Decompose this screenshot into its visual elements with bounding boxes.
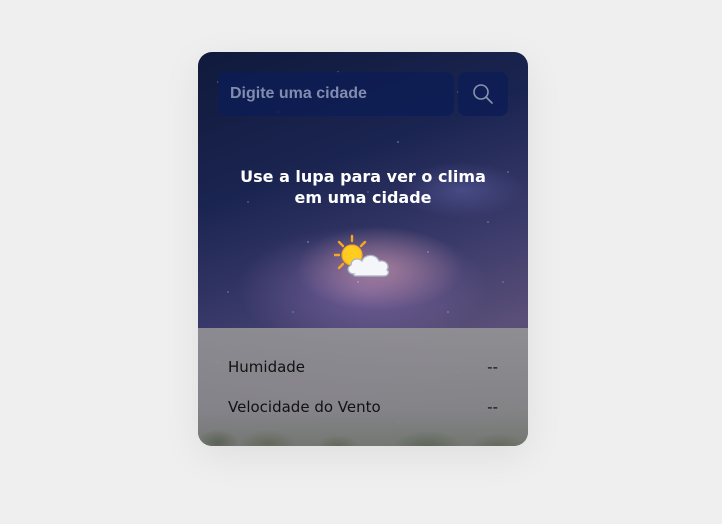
search-icon [473,84,493,104]
headline-line-1: Use a lupa para ver o clima [240,167,486,186]
headline-line-2: em uma cidade [294,188,432,207]
city-search-input[interactable] [218,72,454,116]
humidity-value: -- [487,358,498,376]
search-bar [218,72,508,116]
search-button[interactable] [458,72,508,116]
sun-behind-cloud-icon [334,234,390,277]
humidity-row: Humidade -- [228,356,498,378]
weather-card: Use a lupa para ver o clima em uma cidad… [198,52,528,446]
instruction-headline: Use a lupa para ver o clima em uma cidad… [228,166,498,208]
wind-speed-label: Velocidade do Vento [228,398,381,416]
weather-details-panel: Humidade -- Velocidade do Vento -- [198,328,528,446]
humidity-label: Humidade [228,358,306,376]
wind-speed-value: -- [487,398,498,416]
wind-speed-row: Velocidade do Vento -- [228,396,498,418]
